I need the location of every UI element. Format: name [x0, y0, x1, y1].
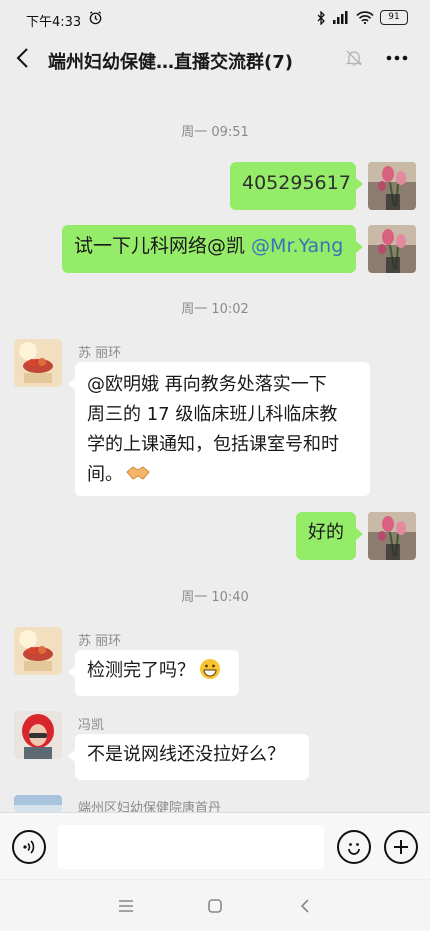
my-message-bubble[interactable]: 好的 [296, 512, 363, 560]
message-line: 周三的 17 级临床班儿科临床教 [87, 404, 338, 425]
battery-level: 91 [388, 12, 400, 22]
status-bar: 下午4:33 91 [0, 0, 430, 36]
timestamp: 周一 09:51 [181, 125, 249, 140]
flower-avatar-icon [14, 339, 62, 387]
sender-avatar[interactable] [14, 627, 62, 675]
mention-link[interactable]: @Mr.Yang [251, 235, 343, 257]
person-avatar-icon [14, 711, 62, 759]
wifi-icon [356, 11, 374, 24]
my-avatar[interactable] [368, 512, 416, 560]
message-text: 检测完了吗？ [87, 660, 195, 681]
emoji-button[interactable] [337, 830, 371, 864]
my-message-bubble[interactable]: 试一下儿科网络@凯 @Mr.Yang [62, 225, 363, 273]
handshake-emoji-icon [126, 466, 150, 480]
message-line: @欧明娥 再向教务处落实一下 [87, 374, 327, 395]
back-nav-icon[interactable] [298, 898, 312, 914]
voice-button[interactable] [12, 830, 46, 864]
message-input[interactable] [58, 825, 324, 869]
timestamp: 周一 10:40 [181, 590, 249, 605]
flower-vase-avatar-icon [368, 512, 416, 560]
sender-avatar[interactable] [14, 711, 62, 759]
mute-bell-icon [345, 50, 363, 66]
alarm-icon [89, 11, 102, 25]
message-line: 间。 [87, 464, 123, 485]
sender-name: 苏 丽环 [78, 346, 122, 361]
flower-vase-avatar-icon [368, 162, 416, 210]
landscape-avatar-icon [14, 795, 62, 812]
message-text: 试一下儿科网络@凯 [74, 235, 252, 257]
emoji-icon [348, 843, 360, 855]
other-message-bubble[interactable]: 检测完了吗？ [68, 650, 239, 696]
my-avatar[interactable] [368, 225, 416, 273]
input-bar [0, 812, 430, 879]
back-arrow-icon[interactable] [12, 46, 36, 70]
voice-icon [23, 840, 35, 854]
more-icon[interactable] [383, 46, 411, 70]
grinning-emoji-icon [200, 659, 220, 679]
chat-title: 端州妇幼保健…直播交流群(7) [48, 52, 293, 73]
menu-icon[interactable] [117, 898, 135, 914]
message-text: 405295617 [242, 172, 351, 194]
message-text: 不是说网线还没拉好么？ [87, 744, 285, 765]
bluetooth-icon [317, 10, 325, 25]
other-message-bubble[interactable]: @欧明娥 再向教务处落实一下 周三的 17 级临床班儿科临床教 学的上课通知，包… [68, 362, 370, 496]
message-text: 好的 [308, 522, 344, 543]
status-time: 下午4:33 [26, 15, 82, 30]
chat-header: 端州妇幼保健…直播交流群(7) [0, 36, 430, 82]
home-icon[interactable] [207, 898, 223, 914]
other-message-bubble[interactable]: 不是说网线还没拉好么？ [68, 734, 309, 780]
plus-icon [394, 840, 408, 854]
plus-button[interactable] [384, 830, 418, 864]
my-message-bubble[interactable]: 405295617 [230, 162, 363, 210]
signal-icon [333, 11, 348, 24]
status-icons: 91 [316, 10, 408, 25]
timestamp: 周一 10:02 [181, 302, 249, 317]
sender-avatar[interactable] [14, 795, 62, 812]
my-avatar[interactable] [368, 162, 416, 210]
message-line: 学的上课通知，包括课室号和时 [87, 434, 339, 455]
sender-avatar[interactable] [14, 339, 62, 387]
battery-indicator: 91 [380, 10, 408, 25]
sender-name: 苏 丽环 [78, 634, 122, 649]
flower-avatar-icon [14, 627, 62, 675]
sender-name: 冯凯 [78, 718, 105, 733]
flower-vase-avatar-icon [368, 225, 416, 273]
system-nav-bar [0, 880, 430, 931]
